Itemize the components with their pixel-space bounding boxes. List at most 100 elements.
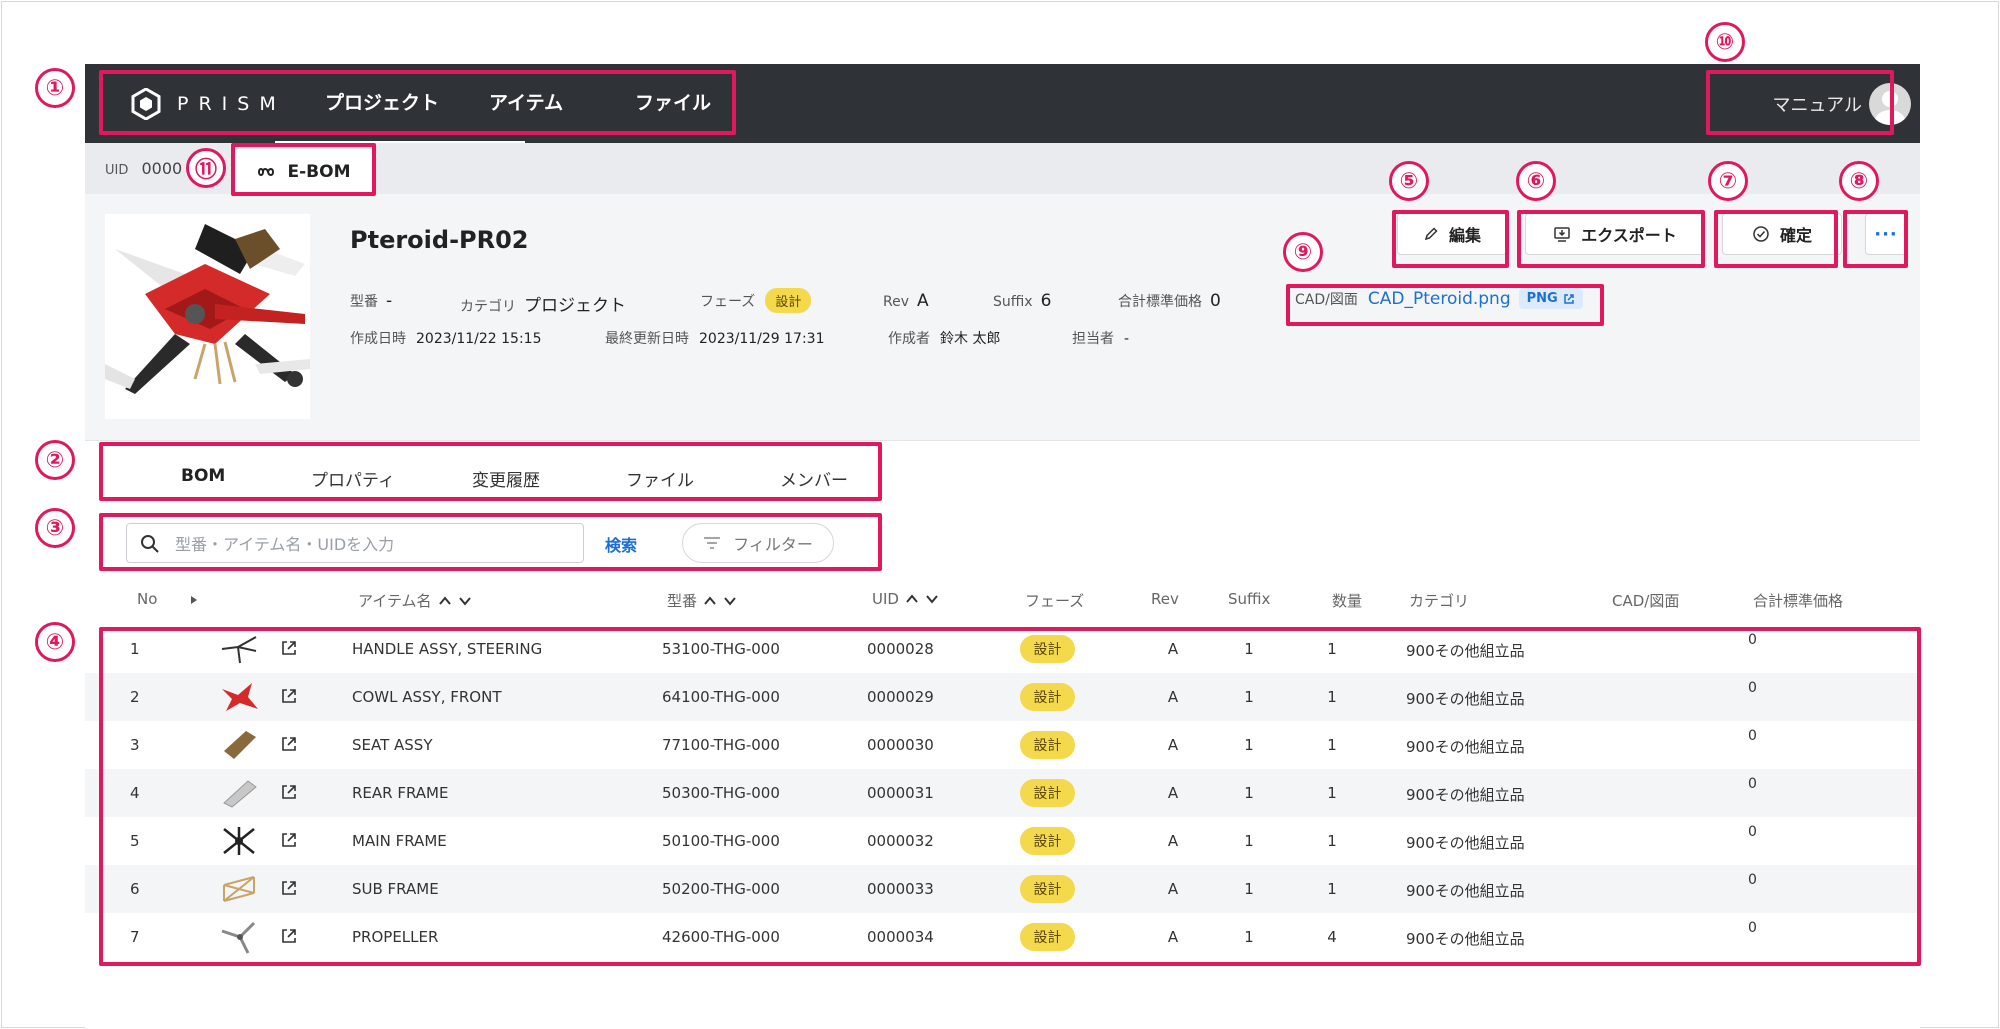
external-link-icon[interactable] <box>280 927 298 945</box>
annotation-10: ⑩ <box>1705 22 1745 62</box>
row-no: 3 <box>130 736 140 754</box>
search-input[interactable] <box>175 532 565 556</box>
meta-phase-label: フェーズ <box>700 294 756 310</box>
meta-assignee: 担当者 - <box>1072 328 1129 348</box>
row-item-name: SEAT ASSY <box>352 736 433 754</box>
expand-all-icon[interactable] <box>190 595 198 605</box>
external-link-icon[interactable] <box>280 639 298 657</box>
avatar-body <box>1875 110 1905 125</box>
more-options-button[interactable]: ··· <box>1865 213 1907 255</box>
table-header: No アイテム名 型番 UID フェーズ Rev Suffix 数量 カテゴリ … <box>85 580 1920 618</box>
prism-logo[interactable]: PRISM <box>131 88 286 120</box>
row-category: 900その他組立品 <box>1406 690 1525 708</box>
col-suffix-label: Suffix <box>1228 590 1271 608</box>
item-thumbnail <box>222 683 258 711</box>
cad-file-link[interactable]: CAD_Pteroid.png <box>1368 289 1511 309</box>
cad-label: CAD/図面 <box>1295 291 1358 308</box>
external-link-icon[interactable] <box>280 735 298 753</box>
search-button[interactable]: 検索 <box>605 532 637 556</box>
table-row[interactable]: 1 HANDLE ASSY, STEERING 53100-THG-000 00… <box>85 625 1920 673</box>
row-price: 0 <box>1748 776 1757 792</box>
row-model: 53100-THG-000 <box>662 640 780 658</box>
row-item-name: SUB FRAME <box>352 880 439 898</box>
row-qty: 1 <box>1327 688 1337 706</box>
row-price: 0 <box>1748 728 1757 744</box>
tab-bom[interactable]: BOM <box>181 466 225 486</box>
table-row[interactable]: 4 REAR FRAME 50300-THG-000 0000031 設計 A … <box>85 769 1920 817</box>
table-row[interactable]: 6 SUB FRAME 50200-THG-000 0000033 設計 A 1… <box>85 865 1920 913</box>
row-category: 900その他組立品 <box>1406 930 1525 948</box>
row-uid: 0000033 <box>867 880 934 898</box>
tab-files[interactable]: ファイル <box>626 466 694 491</box>
meta-assignee-label: 担当者 <box>1072 331 1114 347</box>
export-icon <box>1554 227 1570 242</box>
search-icon <box>141 535 159 553</box>
row-model: 50200-THG-000 <box>662 880 780 898</box>
table-row[interactable]: 7 PROPELLER 42600-THG-000 0000034 設計 A 1… <box>85 913 1920 961</box>
row-suffix: 1 <box>1244 928 1254 946</box>
external-link-icon[interactable] <box>280 831 298 849</box>
row-qty: 1 <box>1327 736 1337 754</box>
row-item-name: HANDLE ASSY, STEERING <box>352 640 543 658</box>
sort-asc-desc-icon[interactable] <box>905 593 939 605</box>
cad-type-badge[interactable]: PNG <box>1518 288 1583 309</box>
export-button[interactable]: エクスポート <box>1525 213 1705 255</box>
row-item-name: PROPELLER <box>352 928 439 946</box>
col-no[interactable]: No <box>137 590 157 608</box>
tab-e-bom[interactable]: E-BOM <box>235 149 373 194</box>
meta-suffix: Suffix 6 <box>993 291 1051 311</box>
row-no: 6 <box>130 880 140 898</box>
row-uid: 0000030 <box>867 736 934 754</box>
row-no: 1 <box>130 640 140 658</box>
col-qty: 数量 <box>1332 590 1362 611</box>
col-item-name-label: アイテム名 <box>358 592 432 610</box>
nav-item-items[interactable]: アイテム <box>489 88 563 115</box>
table-row[interactable]: 2 COWL ASSY, FRONT 64100-THG-000 0000029… <box>85 673 1920 721</box>
row-phase-badge: 設計 <box>1020 731 1075 759</box>
user-avatar[interactable] <box>1869 83 1911 125</box>
external-link-icon[interactable] <box>280 687 298 705</box>
tab-members[interactable]: メンバー <box>780 466 848 491</box>
col-price: 合計標準価格 <box>1753 590 1843 611</box>
uid-value: 0000 <box>141 159 183 178</box>
col-model[interactable]: 型番 <box>667 590 737 611</box>
filter-button[interactable]: フィルター <box>682 523 834 563</box>
annotation-1: ① <box>35 68 75 108</box>
external-link-icon[interactable] <box>280 879 298 897</box>
uid-label: UID <box>105 163 129 178</box>
row-category: 900その他組立品 <box>1406 642 1525 660</box>
table-row[interactable]: 3 SEAT ASSY 77100-THG-000 0000030 設計 A 1… <box>85 721 1920 769</box>
tab-properties[interactable]: プロパティ <box>311 466 395 491</box>
nav-item-projects[interactable]: プロジェクト <box>325 88 439 115</box>
col-phase: フェーズ <box>1025 590 1084 611</box>
annotation-4: ④ <box>35 622 75 662</box>
row-price: 0 <box>1748 872 1757 888</box>
manual-link[interactable]: マニュアル <box>1773 91 1862 117</box>
table-row[interactable]: 5 MAIN FRAME 50100-THG-000 0000032 設計 A … <box>85 817 1920 865</box>
col-model-label: 型番 <box>667 592 698 610</box>
meta-assignee-value: - <box>1124 331 1130 347</box>
row-suffix: 1 <box>1244 688 1254 706</box>
confirm-button[interactable]: 確定 <box>1722 213 1842 255</box>
cad-type-label: PNG <box>1526 291 1558 306</box>
row-item-name: MAIN FRAME <box>352 832 447 850</box>
external-link-icon[interactable] <box>280 783 298 801</box>
meta-updated: 最終更新日時 2023/11/29 17:31 <box>605 328 825 348</box>
meta-updated-value: 2023/11/29 17:31 <box>699 331 825 347</box>
filter-button-label: フィルター <box>733 535 813 554</box>
meta-total-label: 合計標準価格 <box>1118 294 1202 310</box>
edit-button[interactable]: 編集 <box>1397 213 1507 255</box>
nav-item-files[interactable]: ファイル <box>635 88 711 115</box>
row-model: 77100-THG-000 <box>662 736 780 754</box>
col-item-name[interactable]: アイテム名 <box>358 590 472 611</box>
annotation-2: ② <box>35 440 75 480</box>
row-no: 5 <box>130 832 140 850</box>
row-item-name: COWL ASSY, FRONT <box>352 688 502 706</box>
col-uid[interactable]: UID <box>872 590 939 608</box>
export-button-label: エクスポート <box>1581 226 1677 245</box>
tab-change-history[interactable]: 変更履歴 <box>472 466 540 491</box>
sort-asc-desc-icon[interactable] <box>438 595 472 607</box>
row-rev: A <box>1167 640 1179 658</box>
sort-asc-desc-icon[interactable] <box>703 595 737 607</box>
row-category: 900その他組立品 <box>1406 834 1525 852</box>
